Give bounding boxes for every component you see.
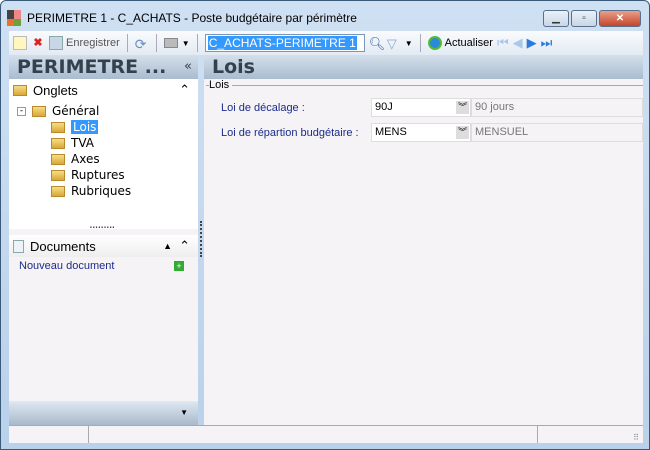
save-button[interactable]: Enregistrer: [49, 36, 120, 50]
close-button[interactable]: ✕: [599, 10, 641, 27]
dropdown-icon[interactable]: ︾: [456, 126, 469, 139]
tree-item-label: Lois: [71, 120, 99, 134]
collapse-icon[interactable]: ⌃: [179, 82, 190, 98]
new-document-link[interactable]: Nouveau document +: [9, 257, 198, 277]
open-folder-icon: [51, 121, 65, 133]
field-row: Loi de répartion budgétaire : MENS ︾ MENS…: [221, 123, 643, 142]
dropdown-icon[interactable]: ︾: [456, 101, 469, 114]
sync-icon[interactable]: ⟳: [135, 36, 149, 52]
next-record-icon[interactable]: ▶: [527, 35, 537, 51]
separator: [126, 34, 128, 52]
tree-item-label: Rubriques: [71, 184, 132, 198]
vertical-splitter[interactable]: [200, 221, 202, 257]
tree-item-tva[interactable]: TVA: [51, 136, 94, 150]
status-bar: ⠿: [9, 425, 643, 443]
folder-icon: [13, 84, 27, 96]
tree-item-lois[interactable]: Lois: [51, 120, 99, 134]
page-header: Lois: [204, 55, 643, 79]
last-record-icon[interactable]: ⏭: [541, 35, 553, 51]
title-bar: PERIMETRE 1 - C_ACHATS - Poste budgétair…: [7, 7, 643, 29]
previous-record-icon[interactable]: ◀: [513, 35, 523, 51]
separator: [155, 34, 157, 52]
lois-group: Lois: [206, 79, 643, 91]
field-row: Loi de décalage : 90J ︾ 90 jours: [221, 98, 643, 117]
field-value: 90J: [375, 101, 393, 113]
left-panel-title: PERIMETRE ...: [17, 56, 167, 78]
separator: [419, 34, 421, 52]
tree-item-label: Ruptures: [71, 168, 125, 182]
new-document-label: Nouveau document: [19, 260, 115, 272]
folder-icon: [51, 153, 65, 165]
documents-title: Documents: [30, 238, 96, 254]
save-icon: [49, 36, 63, 50]
tree-item-label: Axes: [71, 152, 100, 166]
tree-node-general[interactable]: - Général: [17, 104, 99, 118]
new-icon[interactable]: [13, 36, 27, 50]
loi-decalage-input[interactable]: 90J ︾: [371, 98, 471, 117]
search-input[interactable]: C_ACHATS-PERIMETRE 1: [204, 34, 365, 52]
navigation-pane-footer[interactable]: ▼: [9, 401, 198, 425]
main-panel: Lois Loi de décalage : 90J ︾ 90 jours Loi…: [204, 79, 643, 425]
folder-icon: [51, 185, 65, 197]
folder-icon: [32, 105, 46, 117]
status-pane: [9, 426, 89, 443]
resize-grip-icon[interactable]: ⠿: [633, 433, 639, 442]
first-record-icon[interactable]: ⏮: [497, 35, 509, 51]
field-label: Loi de répartion budgétaire :: [221, 126, 359, 139]
page-title: Lois: [212, 56, 255, 78]
refresh-label: Actualiser: [444, 37, 493, 49]
field-label: Loi de décalage :: [221, 101, 305, 114]
print-dropdown-icon[interactable]: ▼: [182, 39, 190, 48]
left-panel: Onglets ⌃ - Général Lois TVA Axes Ruptures…: [9, 79, 198, 425]
onglets-title: Onglets: [33, 82, 78, 98]
print-icon[interactable]: [163, 38, 178, 48]
collapse-icon[interactable]: ⌃: [179, 238, 190, 254]
filter-icon[interactable]: ▽: [387, 36, 401, 51]
toolbar: ✖ Enregistrer ⟳ ▼ C_ACHATS-PERIMETRE 1 🔍…: [9, 31, 643, 55]
add-icon[interactable]: +: [174, 261, 184, 271]
group-title: Lois: [209, 79, 233, 91]
minimize-button[interactable]: ▁: [543, 10, 569, 27]
onglets-header[interactable]: Onglets ⌃: [9, 79, 198, 101]
tree-item-rubriques[interactable]: Rubriques: [51, 184, 131, 198]
loi-repartition-input[interactable]: MENS ︾: [371, 123, 471, 142]
search-value: C_ACHATS-PERIMETRE 1: [207, 36, 357, 50]
dropdown-icon[interactable]: ▼: [180, 408, 188, 417]
delete-icon[interactable]: ✖: [31, 36, 45, 50]
field-value: MENS: [375, 126, 407, 138]
expand-icon[interactable]: ▲: [163, 241, 172, 251]
filter-dropdown-icon[interactable]: ▼: [405, 39, 413, 48]
document-icon: [13, 239, 24, 253]
save-label: Enregistrer: [66, 37, 120, 49]
field-description: 90 jours: [471, 98, 643, 117]
documents-header[interactable]: Documents ▲ ⌃: [9, 235, 198, 257]
app-window: PERIMETRE 1 - C_ACHATS - Poste budgétair…: [0, 0, 650, 450]
folder-icon: [51, 169, 65, 181]
separator: [196, 34, 198, 52]
status-pane: [89, 426, 538, 443]
refresh-button[interactable]: Actualiser: [427, 36, 493, 50]
field-description: MENSUEL: [471, 123, 643, 142]
app-icon: [7, 10, 21, 26]
maximize-button[interactable]: ▫: [571, 10, 597, 27]
folder-icon: [51, 137, 65, 149]
tree-item-axes[interactable]: Axes: [51, 152, 100, 166]
left-panel-header: PERIMETRE ... «: [9, 55, 198, 79]
tree-item-ruptures[interactable]: Ruptures: [51, 168, 125, 182]
tree-item-label: TVA: [71, 136, 94, 150]
tabs-tree: - Général Lois TVA Axes Ruptures Rubrique…: [9, 101, 198, 231]
tree-root-label: Général: [52, 104, 100, 118]
splitter-handle[interactable]: .........: [89, 217, 115, 231]
window-title: PERIMETRE 1 - C_ACHATS - Poste budgétair…: [27, 11, 357, 25]
search-icon[interactable]: 🔍︎: [369, 36, 386, 51]
status-pane: ⠿: [538, 426, 643, 443]
collapse-panel-button[interactable]: «: [184, 55, 192, 79]
refresh-icon: [427, 36, 442, 50]
tree-collapse-icon[interactable]: -: [17, 106, 26, 116]
